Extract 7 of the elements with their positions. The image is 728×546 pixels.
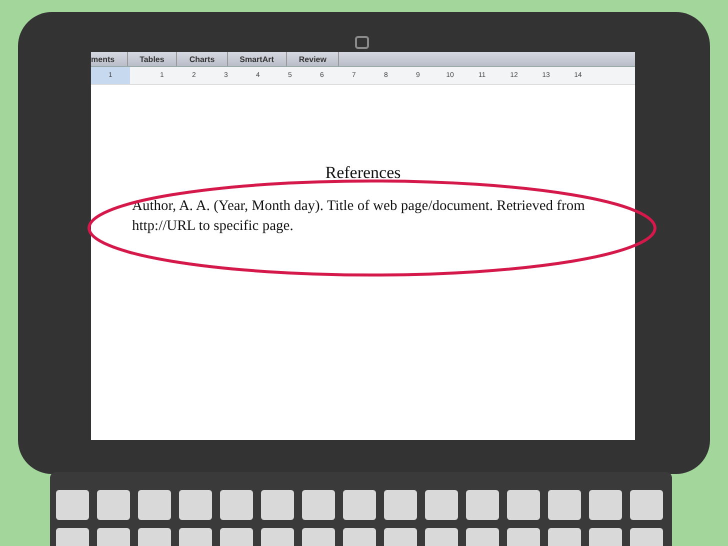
ribbon-tab[interactable]: ments (91, 52, 128, 66)
camera-icon (355, 36, 369, 49)
ribbon-tab[interactable]: SmartArt (228, 52, 287, 66)
ribbon-tab[interactable]: Review (286, 52, 340, 66)
ribbon-tab[interactable]: Tables (128, 52, 178, 66)
heading: References (324, 162, 402, 184)
ribbon-tab[interactable]: Charts (177, 52, 228, 66)
